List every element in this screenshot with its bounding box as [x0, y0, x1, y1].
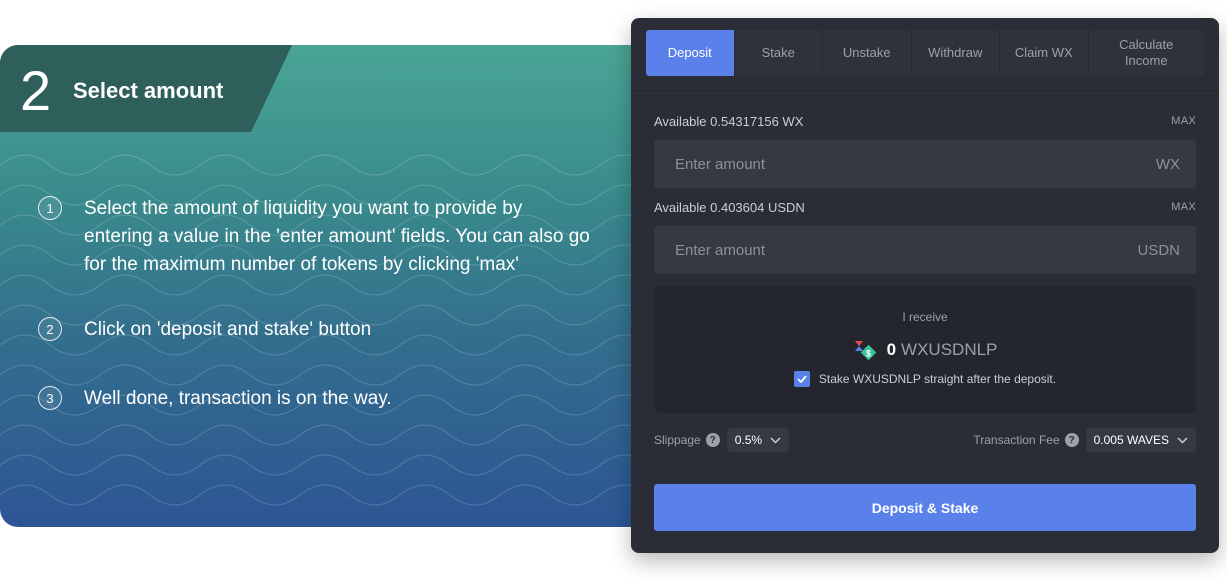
- slippage-label: Slippage: [654, 433, 701, 447]
- lp-token-icon: $: [854, 341, 876, 361]
- instruction-item: 3 Well done, transaction is on the way.: [38, 385, 594, 413]
- instruction-text: Click on 'deposit and stake' button: [84, 319, 372, 340]
- instruction-item: 2 Click on 'deposit and stake' button: [38, 316, 594, 344]
- instruction-banner: 2 Select amount 1 Select the amount of l…: [0, 45, 700, 527]
- step-circle: 2: [38, 317, 62, 341]
- slippage-row: Slippage ? 0.5%: [654, 428, 790, 452]
- usdn-currency: USDN: [1137, 241, 1180, 259]
- instruction-text: Select the amount of liquidity you want …: [84, 198, 590, 275]
- liquidity-panel: Deposit Stake Unstake Withdraw Claim WX …: [631, 18, 1219, 553]
- usdn-placeholder: Enter amount: [675, 241, 766, 259]
- receive-label: I receive: [902, 310, 948, 324]
- checkmark-icon: [797, 375, 807, 383]
- tab-stake[interactable]: Stake: [735, 30, 823, 76]
- fee-label: Transaction Fee: [973, 433, 1060, 447]
- wx-available: Available 0.54317156 WX: [654, 114, 804, 129]
- slippage-value: 0.5%: [734, 433, 763, 447]
- stake-checkbox-label: Stake WXUSDNLP straight after the deposi…: [818, 372, 1057, 386]
- svg-text:$: $: [866, 349, 871, 359]
- stake-option: Stake WXUSDNLP straight after the deposi…: [654, 371, 1196, 387]
- divider: [631, 90, 1219, 91]
- instruction-text: Well done, transaction is on the way.: [84, 388, 392, 409]
- help-icon[interactable]: ?: [705, 433, 720, 447]
- instruction-item: 1 Select the amount of liquidity you wan…: [38, 195, 594, 279]
- wx-amount-input[interactable]: Enter amount WX: [654, 140, 1196, 188]
- step-title: Select amount: [73, 78, 224, 103]
- chevron-down-icon: [770, 436, 781, 444]
- chevron-down-icon: [1177, 436, 1188, 444]
- receive-box: I receive $ 0 WXUSDNLP Stake WXUSDNLP st…: [654, 286, 1196, 413]
- step-circle: 1: [38, 196, 62, 220]
- tab-bar: Deposit Stake Unstake Withdraw Claim WX …: [646, 30, 1204, 76]
- step-number: 2: [20, 59, 52, 122]
- fee-row: Transaction Fee ? 0.005 WAVES: [973, 428, 1196, 452]
- receive-value: 0: [886, 340, 897, 359]
- step-circle: 3: [38, 386, 62, 410]
- slippage-select[interactable]: 0.5%: [726, 428, 790, 452]
- tab-deposit[interactable]: Deposit: [646, 30, 735, 76]
- fee-value: 0.005 WAVES: [1093, 433, 1169, 447]
- receive-amount: $ 0 WXUSDNLP: [654, 338, 1196, 362]
- help-icon[interactable]: ?: [1064, 433, 1079, 447]
- wx-placeholder: Enter amount: [675, 155, 766, 173]
- usdn-amount-input[interactable]: Enter amount USDN: [654, 226, 1196, 274]
- wx-currency: WX: [1155, 155, 1180, 173]
- fee-select[interactable]: 0.005 WAVES: [1085, 428, 1196, 452]
- usdn-max-button[interactable]: MAX: [1171, 201, 1196, 213]
- wx-max-button[interactable]: MAX: [1171, 115, 1196, 127]
- tab-calculate-income[interactable]: Calculate Income: [1089, 30, 1205, 76]
- deposit-stake-button[interactable]: Deposit & Stake: [654, 484, 1196, 531]
- usdn-available: Available 0.403604 USDN: [654, 200, 805, 215]
- tab-claim-wx[interactable]: Claim WX: [1000, 30, 1089, 76]
- receive-token: WXUSDNLP: [901, 340, 998, 359]
- stake-checkbox[interactable]: [793, 371, 810, 387]
- step-badge: 2 Select amount: [0, 45, 292, 132]
- tab-withdraw[interactable]: Withdraw: [912, 30, 1000, 76]
- tab-unstake[interactable]: Unstake: [823, 30, 912, 76]
